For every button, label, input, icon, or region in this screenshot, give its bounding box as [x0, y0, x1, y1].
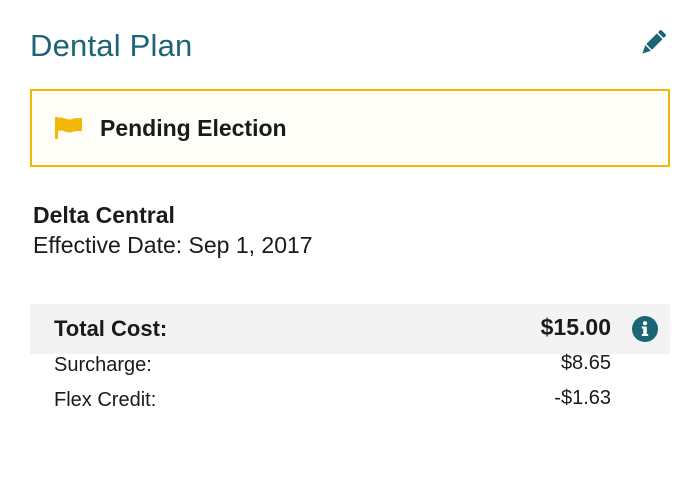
info-icon[interactable] — [632, 316, 658, 342]
flex-credit-label: Flex Credit: — [54, 389, 157, 411]
edit-button[interactable] — [636, 28, 670, 62]
surcharge-value: $8.65 — [560, 352, 611, 374]
carrier-name: Delta Central — [33, 202, 175, 228]
pencil-icon — [637, 27, 669, 64]
flex-credit-value: -$1.63 — [554, 387, 611, 409]
total-cost-label: Total Cost: — [54, 316, 168, 341]
cost-line-item: Surcharge: $8.65 — [30, 352, 670, 384]
effective-date: Effective Date: Sep 1, 2017 — [33, 232, 313, 258]
total-cost-value: $15.00 — [540, 314, 611, 340]
flag-icon — [54, 116, 84, 140]
page-title: Dental Plan — [30, 28, 193, 63]
status-banner: Pending Election — [30, 89, 670, 167]
status-text: Pending Election — [100, 114, 287, 141]
plan-info: Delta Central Effective Date: Sep 1, 201… — [33, 200, 313, 260]
surcharge-label: Surcharge: — [54, 354, 152, 376]
total-cost-row: Total Cost: $15.00 — [30, 304, 670, 354]
cost-line-item: Flex Credit: -$1.63 — [30, 387, 670, 419]
header: Dental Plan — [30, 24, 670, 72]
